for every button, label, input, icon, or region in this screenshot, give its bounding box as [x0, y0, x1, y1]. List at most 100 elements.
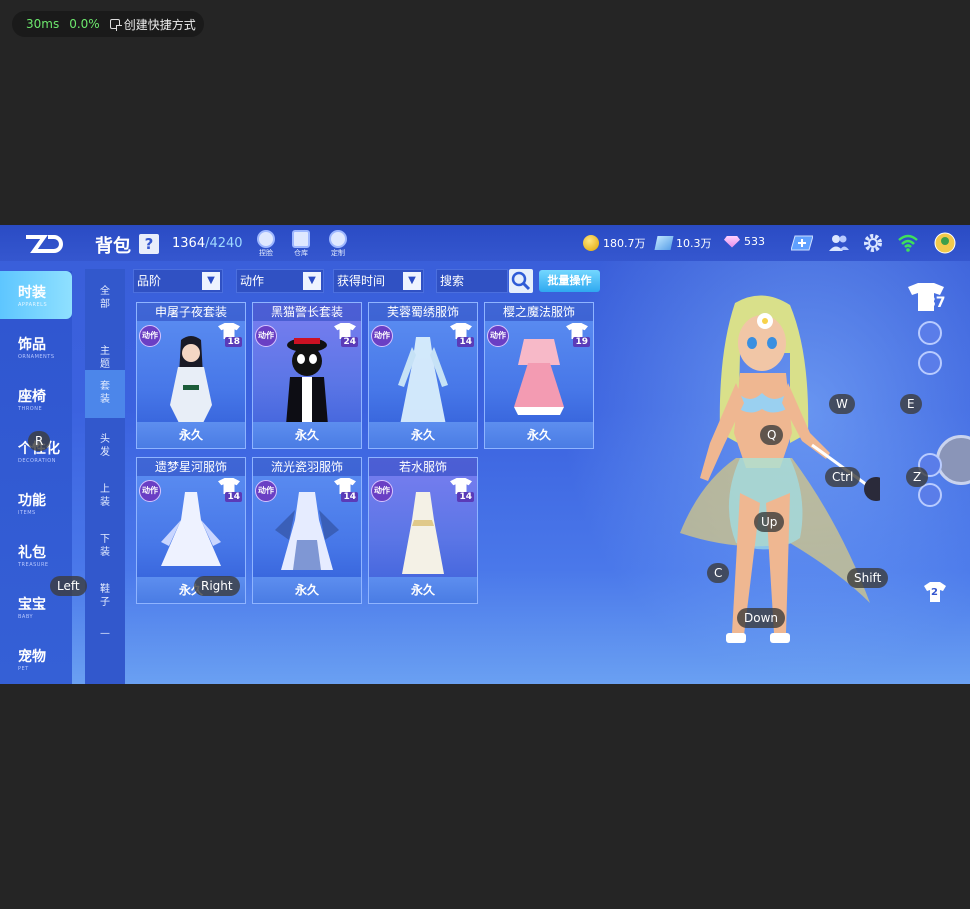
subtab-top[interactable]: 上装 [85, 473, 125, 521]
capacity-max: /4240 [205, 236, 243, 251]
level-value: 24 [341, 337, 358, 347]
warehouse-button[interactable]: 仓库 [288, 230, 314, 258]
duration-label: 永久 [369, 422, 477, 448]
outfit-figure [286, 338, 328, 425]
key-hint-shift[interactable]: Shift [847, 568, 889, 588]
key-hint-z[interactable]: Z [906, 467, 929, 487]
nav-pet[interactable]: 宠物 PET [0, 635, 72, 683]
subtab-label: 套装 [100, 381, 110, 405]
subtab-hair[interactable]: 头发 [85, 421, 125, 469]
key-hint-up[interactable]: Up [754, 512, 785, 532]
card-title: 申屠子夜套装 [137, 303, 245, 321]
card-title: 黑猫警长套装 [253, 303, 361, 321]
key-hint-c[interactable]: C [707, 563, 730, 583]
duration-label: 永久 [485, 422, 593, 448]
warehouse-icon [292, 230, 310, 248]
key-hint-q[interactable]: Q [760, 425, 784, 445]
duration-label: 永久 [137, 422, 245, 448]
diamond-currency: 533 [724, 235, 765, 248]
outfit-figure [275, 492, 339, 570]
subtab-bottom[interactable]: 下装 [85, 525, 125, 573]
nav-label: 宠物 [18, 649, 46, 665]
vehicle-icon[interactable] [918, 321, 942, 345]
subtab-shoes[interactable]: 鞋子 [85, 575, 125, 623]
nav-throne[interactable]: 座椅 THRONE [0, 375, 72, 423]
nav-sublabel: THRONE [18, 406, 43, 412]
outfit-figure [398, 337, 448, 425]
outfit-card[interactable]: 流光瓷羽服饰 动作 14 永久 [252, 457, 362, 604]
game-logo [26, 235, 63, 253]
key-hint-w[interactable]: W [829, 394, 855, 414]
level-value: 14 [457, 337, 474, 347]
face-icon [257, 230, 275, 248]
nav-sublabel: ITEMS [18, 510, 36, 516]
key-hint-e[interactable]: E [900, 394, 922, 414]
help-button[interactable]: ? [139, 234, 159, 254]
outfit-card[interactable]: 黑猫警长套装 动作 24 永久 [252, 302, 362, 449]
add-currency-icon[interactable] [791, 232, 813, 254]
chevron-down-icon: ▼ [403, 272, 421, 290]
subtab-suit[interactable]: 套装 [85, 370, 125, 418]
nav-sublabel: TREASURE [18, 562, 49, 568]
face-edit-button[interactable]: 捏脸 [253, 230, 279, 258]
settings-gear-icon[interactable] [862, 232, 884, 254]
gold-value: 180.7万 [603, 237, 646, 250]
nav-items[interactable]: 功能 ITEMS [0, 479, 72, 527]
music-note-icon[interactable] [918, 351, 942, 375]
player-avatar-icon[interactable] [934, 232, 956, 254]
custom-button[interactable]: 定制 [325, 230, 351, 258]
key-hint-down[interactable]: Down [737, 608, 786, 628]
chevron-down-icon: ▼ [202, 272, 220, 290]
nav-label: 功能 [18, 493, 46, 509]
obtain-time-value: 获得时间 [337, 274, 386, 288]
duration-label: 永久 [253, 577, 361, 603]
key-hint-right[interactable]: Right [194, 576, 240, 596]
key-hint-r[interactable]: R [28, 431, 51, 451]
nav-treasure[interactable]: 礼包 TREASURE [0, 531, 72, 579]
create-shortcut-button[interactable]: 创建快捷方式 [109, 16, 196, 33]
subtab-all[interactable]: 全部 [85, 281, 125, 329]
grade-filter-value: 品阶 [137, 274, 162, 288]
search-button[interactable] [509, 269, 533, 293]
key-hint-left[interactable]: Left [50, 576, 87, 596]
outfit-card[interactable]: 若水服饰 动作 14 永久 [368, 457, 478, 604]
card-title: 芙蓉蜀绣服饰 [369, 303, 477, 321]
subtab-label: 头发 [100, 434, 110, 458]
gender-icon[interactable] [918, 483, 942, 507]
outfit-card[interactable]: 芙蓉蜀绣服饰 动作 14 永久 [368, 302, 478, 449]
custom-icon [329, 230, 347, 248]
outfit-card[interactable]: 申屠子夜套装 动作 18 永久 [136, 302, 246, 449]
nav-label: 饰品 [18, 337, 46, 353]
bulk-operation-button[interactable]: 批量操作 [539, 270, 600, 292]
diamond-icon [724, 235, 740, 248]
game-viewport[interactable]: 背包 ? 1364/4240 捏脸 仓库 定制 180.7万 10.3万 533 [0, 225, 970, 684]
packet-loss-text: 0.0% [69, 17, 100, 31]
top-bar: 背包 ? 1364/4240 捏脸 仓库 定制 180.7万 10.3万 533 [0, 225, 970, 261]
nav-ornaments[interactable]: 饰品 ORNAMENTS [0, 323, 72, 371]
card-title: 遗梦星河服饰 [137, 458, 245, 476]
obtain-time-sort-select[interactable]: 获得时间 ▼ [333, 269, 424, 293]
diamond-value: 533 [744, 235, 765, 248]
grade-filter-select[interactable]: 品阶 ▼ [133, 269, 223, 293]
nav-sublabel: APPARELS [18, 302, 48, 308]
friends-icon[interactable] [828, 232, 850, 254]
subtab-label: 全部 [100, 286, 110, 310]
wifi-signal-icon [898, 234, 918, 252]
nav-label: 座椅 [18, 389, 46, 405]
subcategory-nav: 全部 主题 套装 头发 上装 下装 鞋子 — [85, 269, 125, 684]
outfit-figure [161, 492, 221, 566]
nav-apparels[interactable]: 时装 APPARELS [0, 271, 72, 319]
key-hint-ctrl[interactable]: Ctrl [825, 467, 861, 487]
action-filter-select[interactable]: 动作 ▼ [236, 269, 324, 293]
search-input[interactable]: 搜索 [436, 269, 508, 293]
gold-currency: 180.7万 [583, 235, 646, 251]
outfit-card[interactable]: 樱之魔法服饰 动作 19 永久 [484, 302, 594, 449]
wardrobe-slot-value: 2 [931, 587, 938, 598]
nav-label: 礼包 [18, 545, 46, 561]
shortcut-icon [109, 19, 122, 31]
subtab-label: 上装 [100, 484, 110, 508]
chevron-down-icon: ▼ [303, 272, 321, 290]
gold-coin-icon [583, 235, 599, 251]
subtab-more[interactable]: — [85, 627, 125, 647]
warehouse-label: 仓库 [294, 249, 308, 257]
